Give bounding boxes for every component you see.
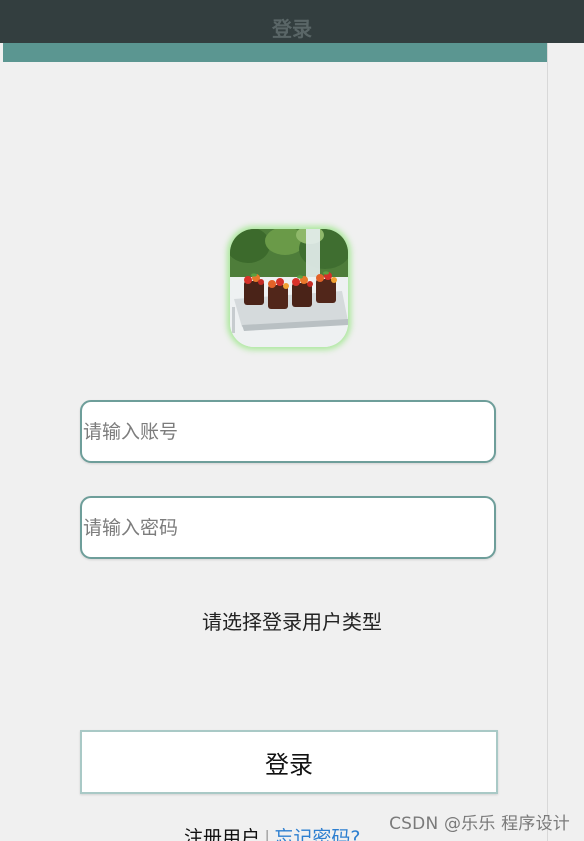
login-button[interactable]: 登录 (80, 730, 498, 794)
app-logo (230, 229, 348, 347)
account-field[interactable] (80, 400, 496, 463)
login-page: 登录 请输入账号 请选择登录用户类型 登录 注册用户 | 忘记密码? CSDN … (0, 0, 584, 841)
bottom-links: 注册用户 | 忘记密码? (184, 824, 361, 841)
food-dessert-photo-icon (230, 229, 348, 347)
link-separator: | (264, 827, 271, 841)
csdn-watermark: CSDN @乐乐 程序设计 (389, 814, 570, 834)
register-link[interactable]: 注册用户 (184, 827, 260, 841)
navigation-bar-strip (3, 43, 547, 62)
account-input[interactable] (82, 402, 494, 461)
forgot-password-link[interactable]: 忘记密码? (274, 827, 360, 841)
password-input[interactable] (82, 498, 494, 557)
user-type-selector[interactable]: 请选择登录用户类型 (0, 606, 584, 638)
content-edge-divider (547, 43, 548, 841)
navigation-bar: 登录 (0, 0, 584, 43)
password-field[interactable] (80, 496, 496, 559)
page-title: 登录 (272, 17, 312, 41)
